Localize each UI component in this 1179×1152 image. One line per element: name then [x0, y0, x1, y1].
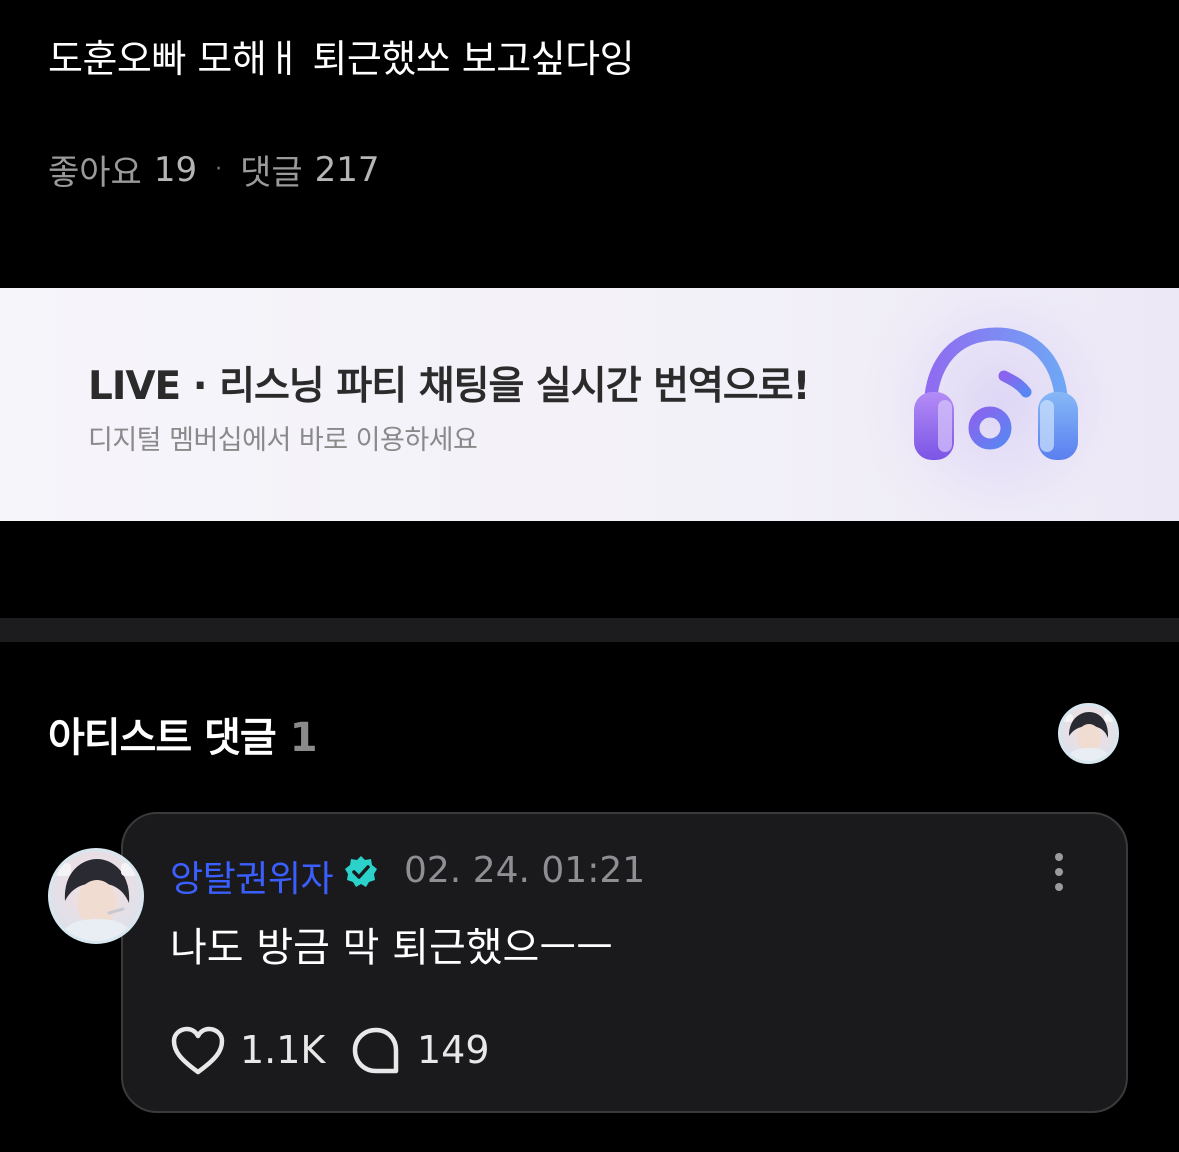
- stats-separator: ·: [215, 157, 223, 182]
- reply-bubble-icon[interactable]: [350, 1025, 402, 1077]
- comments-count: 217: [314, 149, 380, 190]
- avatar-portrait-icon: [1063, 712, 1114, 761]
- verified-badge-icon: [345, 856, 377, 887]
- post-title: 도훈오빠 모해ㅐ 퇴근했쏘 보고싶다잉: [48, 37, 635, 81]
- likes-count: 19: [153, 149, 198, 190]
- avatar-portrait-icon: [55, 859, 137, 941]
- comments-label: 댓글: [240, 153, 303, 193]
- artist-comments-count: 1: [289, 715, 318, 761]
- reply-count: 149: [417, 1028, 490, 1072]
- post-stats: 좋아요 19 · 댓글 217: [48, 145, 380, 194]
- artist-comments-heading: 아티스트 댓글 1: [48, 705, 318, 763]
- headphones-music-icon: [914, 327, 1078, 460]
- artist-avatar-small[interactable]: [1058, 703, 1119, 764]
- section-divider: [0, 618, 1179, 642]
- likes-label: 좋아요: [48, 153, 142, 193]
- artist-comments-title: 아티스트 댓글: [48, 715, 277, 761]
- comment-author-avatar[interactable]: [48, 848, 144, 944]
- more-options-icon[interactable]: [1046, 850, 1072, 894]
- banner-subtext: 디지털 멤버십에서 바로 이용하세요: [88, 425, 478, 456]
- heart-icon[interactable]: [170, 1025, 226, 1077]
- comment-timestamp: 02. 24. 01:21: [404, 850, 646, 891]
- like-count: 1.1K: [240, 1028, 326, 1072]
- comment-author-name[interactable]: 앙탈권위자: [170, 850, 334, 902]
- comment-body: 나도 방금 막 퇴근했으ㅡㅡ: [170, 925, 613, 971]
- banner-headline: LIVE · 리스닝 파티 채팅을 실시간 번역으로!: [88, 364, 810, 409]
